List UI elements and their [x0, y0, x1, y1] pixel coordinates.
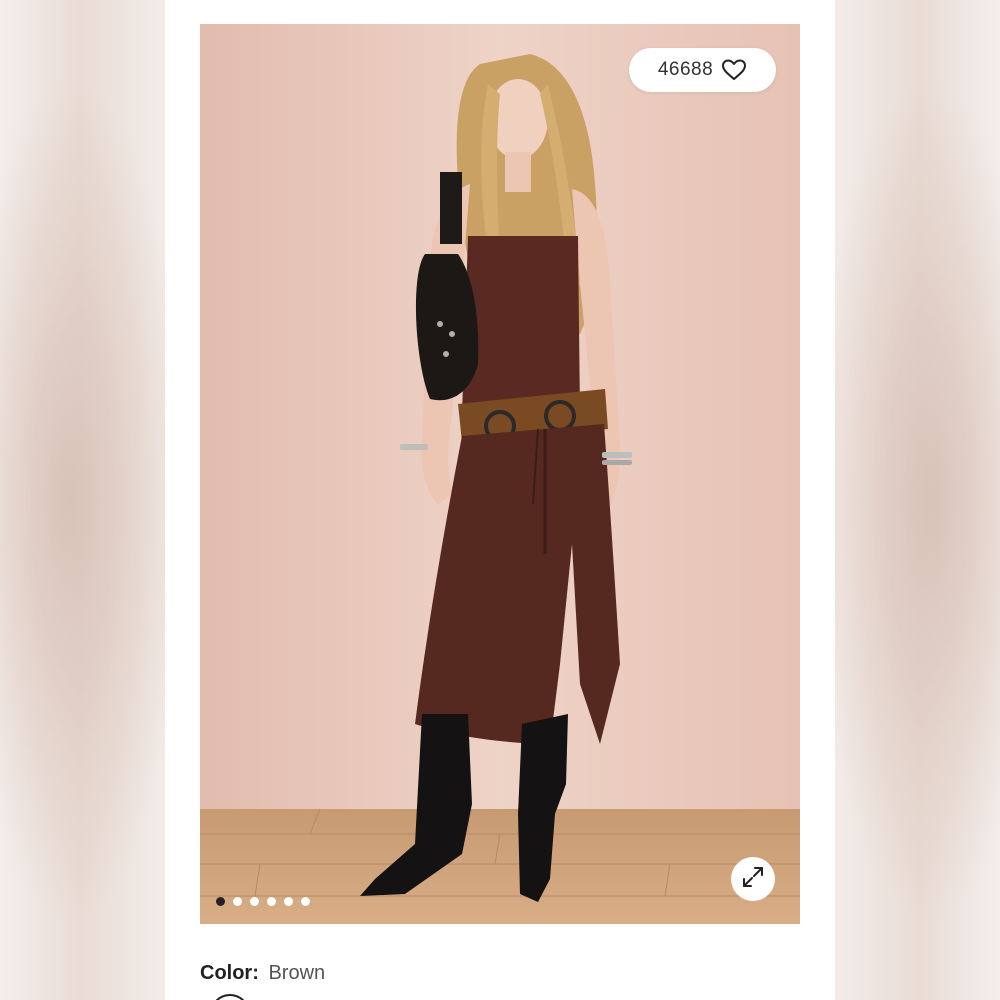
- pagination-dot-2[interactable]: [233, 897, 242, 906]
- color-value: Brown: [268, 962, 326, 984]
- pagination-dot-6[interactable]: [301, 897, 310, 906]
- pagination-dot-1[interactable]: [216, 897, 225, 906]
- expand-image-button[interactable]: [731, 857, 775, 901]
- color-label: Color:: [200, 962, 259, 984]
- pagination-dot-5[interactable]: [284, 897, 293, 906]
- like-button[interactable]: 46688: [629, 48, 776, 92]
- pagination-dot-3[interactable]: [250, 897, 259, 906]
- color-selection-label: Color: Brown: [200, 962, 325, 985]
- pagination-dot-4[interactable]: [267, 897, 276, 906]
- product-photo[interactable]: [200, 24, 800, 924]
- expand-arrows-icon: [741, 865, 765, 894]
- like-count: 46688: [657, 59, 714, 80]
- heart-outline-icon: [721, 58, 747, 82]
- image-pagination-dots: [216, 897, 310, 906]
